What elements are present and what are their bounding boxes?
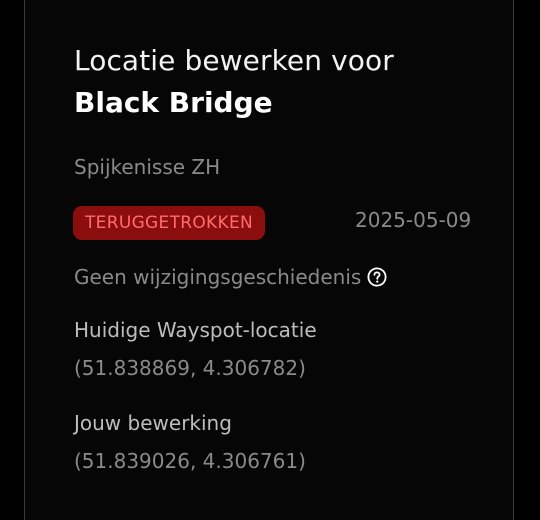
page-title: Locatie bewerken voor (74, 44, 394, 77)
wayspot-name: Black Bridge (74, 86, 273, 119)
status-date: 2025-05-09 (355, 208, 472, 232)
status-badge: TERUGGETROKKEN (73, 206, 265, 240)
question-circle-icon[interactable] (367, 267, 387, 287)
current-location-coords: (51.838869, 4.306782) (74, 356, 306, 380)
your-edit-label: Jouw bewerking (74, 411, 232, 435)
edit-history-text: Geen wijzigingsgeschiedenis (74, 265, 362, 289)
wayspot-location: Spijkenisse ZH (74, 155, 221, 179)
edit-location-panel (24, 0, 514, 520)
your-edit-coords: (51.839026, 4.306761) (74, 449, 306, 473)
edit-history: Geen wijzigingsgeschiedenis (74, 265, 387, 289)
current-location-label: Huidige Wayspot-locatie (74, 318, 317, 342)
